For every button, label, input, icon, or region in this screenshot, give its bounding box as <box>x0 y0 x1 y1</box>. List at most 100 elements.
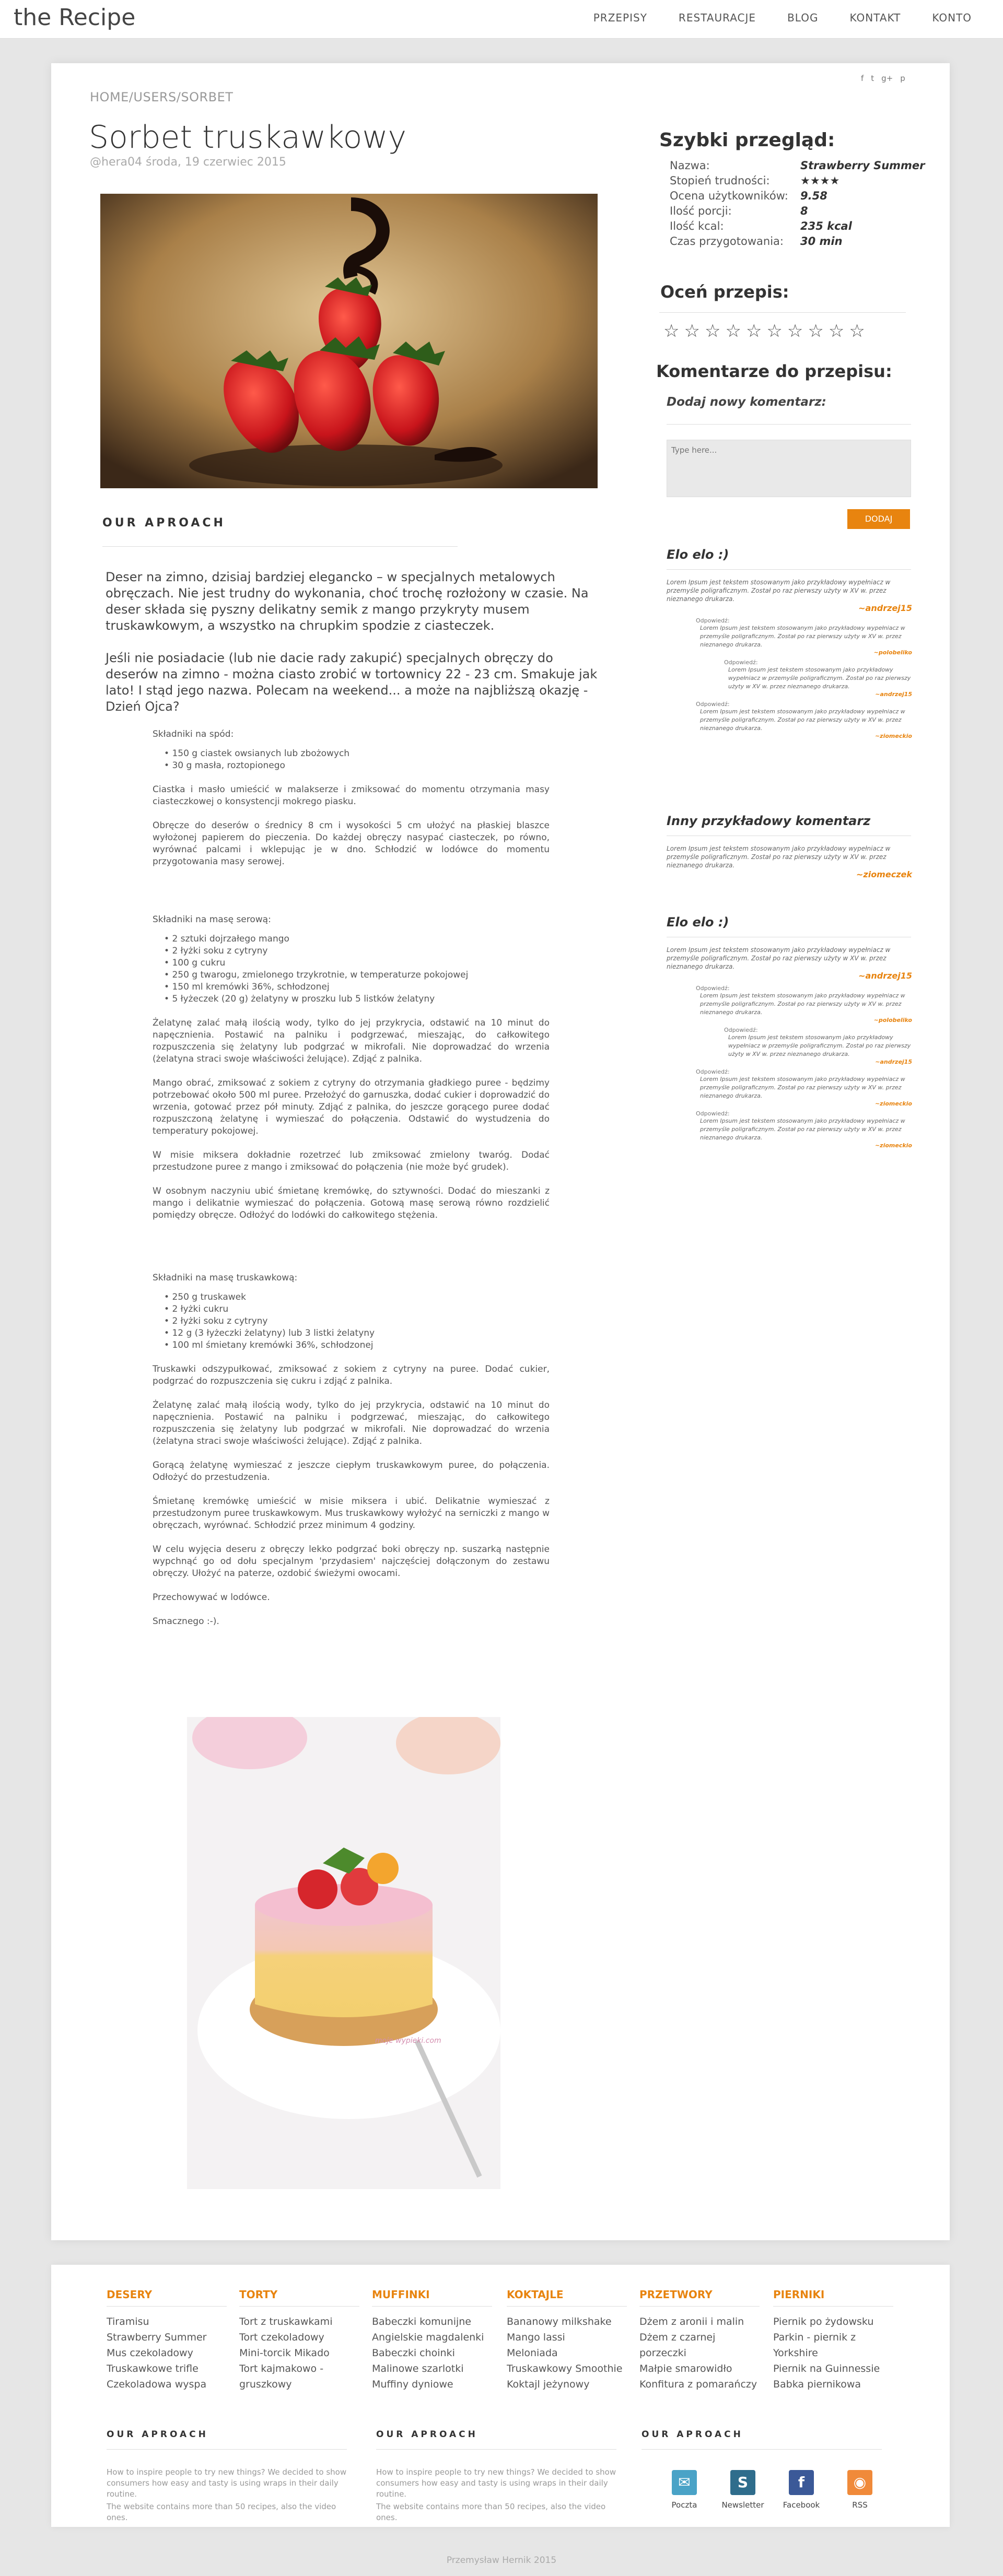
footer-link[interactable]: Parkin - piernik z <box>773 2330 893 2345</box>
rating-star-icon[interactable]: ☆ <box>787 322 803 340</box>
ingredient-item: 150 g ciastek owsianych lub zbożowych <box>164 748 550 760</box>
footer-link[interactable]: Truskawkowy Smoothie <box>507 2361 627 2377</box>
footer-column-title[interactable]: TORTY <box>239 2288 359 2307</box>
qv-value: 9.58 <box>800 190 827 202</box>
comment-author[interactable]: ~andrzej15 <box>667 603 912 613</box>
footer-link[interactable]: Bananowy milkshake <box>507 2314 627 2330</box>
ingredient-item: 250 g twarogu, zmielonego trzykrotnie, w… <box>164 969 550 981</box>
rating-star-icon[interactable]: ☆ <box>849 322 865 340</box>
google-plus-icon[interactable]: g+ <box>881 74 893 83</box>
footer-link[interactable]: porzeczki <box>639 2345 760 2361</box>
twitter-icon[interactable]: t <box>871 74 874 83</box>
footer-icons: ✉ Poczta S Newsletter f Facebook ◉ RSS <box>662 2470 882 2510</box>
footer-icon-facebook[interactable]: f Facebook <box>779 2470 823 2510</box>
footer-icon-poczta[interactable]: ✉ Poczta <box>662 2470 706 2510</box>
footer-link[interactable]: Tort z truskawkami <box>239 2314 359 2330</box>
qv-value: Strawberry Summer <box>800 159 925 172</box>
rating-star-icon[interactable]: ☆ <box>808 322 823 340</box>
footer-icon-label: Newsletter <box>721 2500 764 2510</box>
footer-link[interactable]: Mini-torcik Mikado <box>239 2345 359 2361</box>
rating-star-icon[interactable]: ☆ <box>829 322 844 340</box>
breadcrumb[interactable]: HOME/USERS/SORBET <box>90 90 233 104</box>
facebook-icon[interactable]: f <box>861 74 864 83</box>
ingredients-heading: Składniki na masę serową: <box>153 914 271 925</box>
nav-item-blog[interactable]: BLOG <box>787 11 818 24</box>
quick-view-title: Szybki przegląd: <box>659 130 835 151</box>
quick-view-row: Nazwa: Strawberry Summer <box>670 158 925 173</box>
footer-link[interactable]: Tiramisu <box>107 2314 227 2330</box>
footer-icon-newsletter[interactable]: S Newsletter <box>721 2470 765 2510</box>
ingredient-item: 2 łyżki cukru <box>164 1303 550 1315</box>
comment-input[interactable] <box>667 440 911 497</box>
footer-link[interactable]: Tort kajmakowo - <box>239 2361 359 2377</box>
comment-body: Lorem Ipsum jest tekstem stosowanym jako… <box>667 946 891 970</box>
footer-section-text: The website contains more than 50 recipe… <box>107 2502 336 2522</box>
footer-link[interactable]: Babeczki komunijne <box>372 2314 492 2330</box>
site-logo[interactable]: the Recipe <box>14 4 135 31</box>
footer-column-muffinki: MUFFINKI Babeczki komunijne Angielskie m… <box>372 2288 492 2392</box>
nav-item-przepisy[interactable]: PRZEPISY <box>593 11 647 24</box>
rating-star-icon[interactable]: ☆ <box>725 322 741 340</box>
facebook-icon[interactable]: f <box>789 2470 814 2495</box>
footer-link[interactable]: Babeczki choinki <box>372 2345 492 2361</box>
footer-link[interactable]: Piernik po żydowsku <box>773 2314 893 2330</box>
footer-link[interactable]: Piernik na Guinnessie <box>773 2361 893 2377</box>
footer-link[interactable]: Strawberry Summer <box>107 2330 227 2345</box>
footer-link[interactable]: Babka piernikowa <box>773 2377 893 2392</box>
footer-link[interactable]: Małpie smarowidło <box>639 2361 760 2377</box>
footer-link[interactable]: Muffiny dyniowe <box>372 2377 492 2392</box>
footer-link[interactable]: Czekoladowa wyspa <box>107 2377 227 2392</box>
footer-link[interactable]: Dżem z aronii i malin <box>639 2314 760 2330</box>
social-links: f t g+ p <box>861 74 905 83</box>
footer-link[interactable]: Mango lassi <box>507 2330 627 2345</box>
rss-icon[interactable]: ◉ <box>847 2470 872 2495</box>
comment-author[interactable]: ~ziomeczek <box>667 869 912 879</box>
mail-icon[interactable]: ✉ <box>672 2470 697 2495</box>
qv-value: ★★★★ <box>800 174 840 187</box>
pinterest-icon[interactable]: p <box>900 74 905 83</box>
footer-link[interactable]: Koktajl jeżynowy <box>507 2377 627 2392</box>
footer-column-title[interactable]: PRZETWORY <box>639 2288 760 2307</box>
footer-link[interactable]: Yorkshire <box>773 2345 893 2361</box>
image-watermark: moje wypieki.com <box>375 2037 441 2045</box>
footer-column-title[interactable]: KOKTAJLE <box>507 2288 627 2307</box>
rating-star-icon[interactable]: ☆ <box>766 322 782 340</box>
quick-view-row: Stopień trudności: ★★★★ <box>670 173 925 189</box>
comment-author[interactable]: ~andrzej15 <box>667 971 912 981</box>
ingredient-item: 2 sztuki dojrzałego mango <box>164 933 550 945</box>
recipe-step: Mango obrać, zmiksować z sokiem z cytryn… <box>153 1078 550 1136</box>
nav-item-kontakt[interactable]: KONTAKT <box>849 11 901 24</box>
footer-link[interactable]: Dżem z czarnej <box>639 2330 760 2345</box>
main-nav: PRZEPISY RESTAURACJE BLOG KONTAKT KONTO <box>593 11 1003 24</box>
intro-text: Deser na zimno, dzisiaj bardziej eleganc… <box>106 569 599 731</box>
rating-star-icon[interactable]: ☆ <box>684 322 699 340</box>
rating-star-icon[interactable]: ☆ <box>663 322 679 340</box>
qv-key: Ilość porcji: <box>670 205 732 217</box>
ingredients-heading: Składniki na masę truskawkową: <box>153 1273 298 1283</box>
quick-view-row: Ilość porcji: 8 <box>670 204 925 219</box>
footer-column-title[interactable]: PIERNIKI <box>773 2288 893 2307</box>
top-bar: the Recipe PRZEPISY RESTAURACJE BLOG KON… <box>0 0 1003 39</box>
footer-column-title[interactable]: MUFFINKI <box>372 2288 492 2307</box>
rating-star-icon[interactable]: ☆ <box>705 322 720 340</box>
footer-column-title[interactable]: DESERY <box>107 2288 227 2307</box>
newsletter-icon[interactable]: S <box>730 2470 755 2495</box>
footer-link[interactable]: Tort czekoladowy <box>239 2330 359 2345</box>
footer-link[interactable]: Meloniada <box>507 2345 627 2361</box>
footer-link[interactable]: Angielskie magdalenki <box>372 2330 492 2345</box>
page-root: the Recipe PRZEPISY RESTAURACJE BLOG KON… <box>0 0 1003 2576</box>
footer-link[interactable]: Truskawkowe trifle <box>107 2361 227 2377</box>
footer-link[interactable]: Malinowe szarlotki <box>372 2361 492 2377</box>
rating-stars: ☆ ☆ ☆ ☆ ☆ ☆ ☆ ☆ ☆ ☆ <box>663 322 865 340</box>
recipe-mousse: Składniki na masę truskawkową: 250 g tru… <box>153 1272 550 1640</box>
footer-link[interactable]: gruszkowy <box>239 2377 359 2392</box>
footer-icon-rss[interactable]: ◉ RSS <box>838 2470 882 2510</box>
rating-star-icon[interactable]: ☆ <box>746 322 762 340</box>
add-comment-button[interactable]: DODAJ <box>847 509 910 529</box>
reply: Odpowiedź: Lorem Ipsum jest tekstem stos… <box>696 701 912 739</box>
footer-link[interactable]: Mus czekoladowy <box>107 2345 227 2361</box>
nav-item-restauracje[interactable]: RESTAURACJE <box>679 11 756 24</box>
footer-link[interactable]: Konfitura z pomarańczy <box>639 2377 760 2392</box>
nav-item-konto[interactable]: KONTO <box>932 11 972 24</box>
qv-key: Ilość kcal: <box>670 220 724 232</box>
